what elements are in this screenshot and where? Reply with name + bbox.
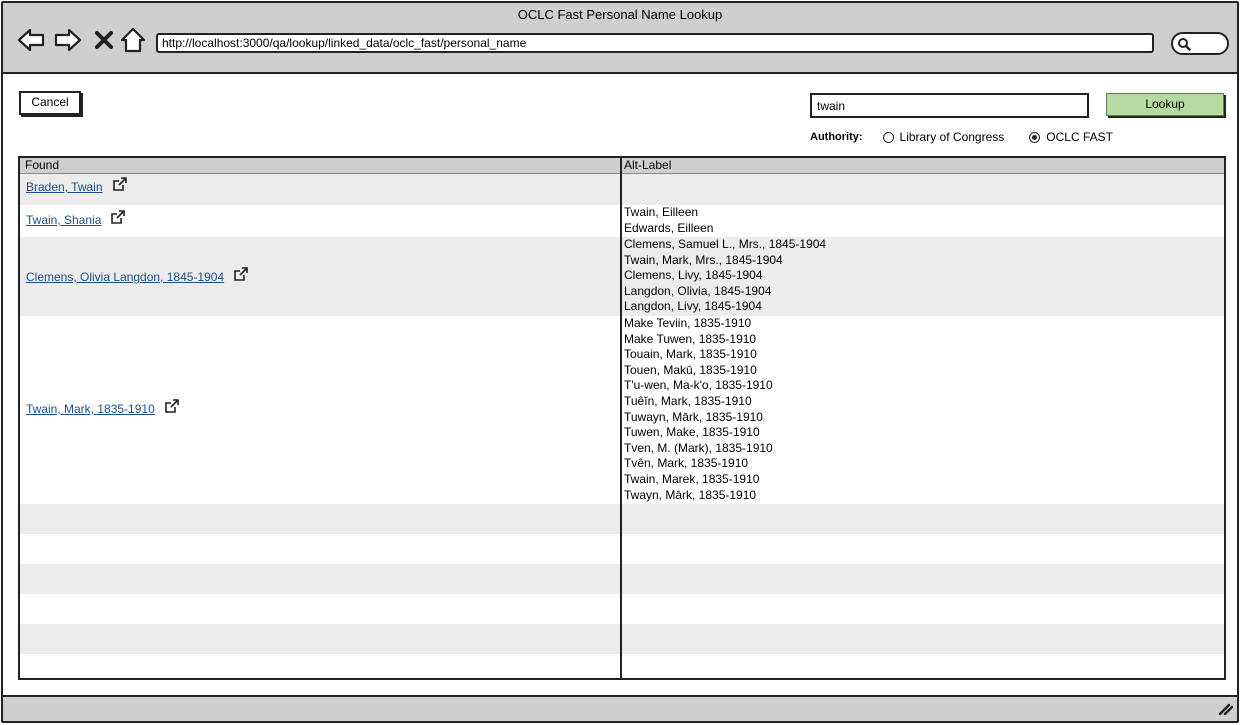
alt-label-list: Twain, Eilleen Edwards, Eilleen [624,205,713,236]
home-icon [120,27,146,53]
query-input[interactable]: twain [810,93,1089,118]
external-link-icon[interactable] [164,399,179,413]
column-divider [620,158,622,678]
alt-label: Make Tuwen, 1835-1910 [624,331,757,346]
empty-row [20,534,1224,564]
table-row: Twain, Mark, 1835-1910 Make Teviin, 1835… [20,316,1224,504]
result-label: Twain, Mark, 1835-1910 [26,402,155,416]
main-content: Cancel twain Lookup Authority: Library o… [3,76,1237,698]
empty-row [20,504,1224,534]
alt-label: T'u-wen, Ma-k'o, 1835-1910 [624,378,773,393]
alt-label-list: Make Teviin, 1835-1910 Make Tuwen, 1835-… [624,316,773,503]
result-link[interactable]: Braden, Twain [26,177,127,194]
radio-label: OCLC FAST [1046,130,1113,144]
radio-label: Library of Congress [899,130,1005,144]
result-label: Twain, Shania [26,213,102,227]
column-header-found: Found [25,158,60,172]
alt-label: Tuwayn, Mārk, 1835-1910 [624,409,763,424]
results-table: Found Alt-Label Braden, Twain Twain, Sha… [18,156,1226,680]
title-bar: OCLC Fast Personal Name Lookup http://lo… [3,3,1237,74]
alt-label: Twayn, Mārk, 1835-1910 [624,487,757,502]
result-link[interactable]: Clemens, Olivia Langdon, 1845-1904 [26,267,248,284]
alt-label: Clemens, Samuel L., Mrs., 1845-1904 [624,237,827,251]
result-link[interactable]: Twain, Mark, 1835-1910 [26,399,179,416]
alt-label: Clemens, Livy, 1845-1904 [624,268,763,283]
status-bar [3,695,1237,721]
alt-label: Twain, Mark, Mrs., 1845-1904 [624,252,783,267]
arrow-right-icon [54,28,82,52]
external-link-icon[interactable] [111,210,126,224]
empty-row [20,594,1224,624]
alt-label: Langdon, Olivia, 1845-1904 [624,283,772,298]
window-title: OCLC Fast Personal Name Lookup [517,7,723,22]
forward-button[interactable] [53,25,83,55]
home-button[interactable] [118,25,148,55]
result-label: Clemens, Olivia Langdon, 1845-1904 [26,270,225,284]
url-bar[interactable]: http://localhost:3000/qa/lookup/linked_d… [156,33,1154,53]
radio-button[interactable] [882,131,894,143]
table-row: Braden, Twain [20,174,1224,205]
lookup-button[interactable]: Lookup [1106,93,1224,116]
column-header-alt-label: Alt-Label [624,158,672,172]
empty-row [20,624,1224,654]
alt-label: Tuêĭn, Mark, 1835-1910 [624,393,752,408]
alt-label: Tven, M. (Mark), 1835-1910 [624,440,773,455]
radio-button-selected[interactable] [1029,131,1041,143]
alt-label: Twain, Marek, 1835-1910 [624,471,760,486]
empty-row [20,654,1224,678]
close-icon [95,31,113,49]
empty-row [20,564,1224,594]
alt-label: Twain, Eilleen [624,205,699,219]
alt-label: Touain, Mark, 1835-1910 [624,347,757,362]
result-label: Braden, Twain [26,180,103,194]
alt-label-list: Clemens, Samuel L., Mrs., 1845-1904 Twai… [624,237,826,315]
alt-label: Langdon, Livy, 1845-1904 [624,299,762,314]
alt-label: Tuwen, Make, 1835-1910 [624,425,760,440]
table-row: Twain, Shania Twain, Eilleen Edwards, Ei… [20,205,1224,237]
authority-option-library-of-congress[interactable]: Library of Congress [882,130,1005,144]
stop-button[interactable] [89,25,119,55]
cancel-button[interactable]: Cancel [19,91,81,115]
resize-grip-icon[interactable] [1217,701,1234,718]
search-icon [1178,38,1191,51]
alt-label: Edwards, Eilleen [624,220,714,235]
authority-label: Authority: [810,131,863,143]
table-header: Found Alt-Label [20,158,1224,174]
table-row: Clemens, Olivia Langdon, 1845-1904 Cleme… [20,237,1224,316]
authority-selector: Authority: Library of Congress OCLC FAST [810,130,1113,144]
result-link[interactable]: Twain, Shania [26,210,126,227]
alt-label: Touen, Makū, 1835-1910 [624,362,757,377]
external-link-icon[interactable] [112,177,127,191]
authority-option-oclc-fast[interactable]: OCLC FAST [1029,130,1113,144]
back-button[interactable] [16,25,46,55]
browser-window: OCLC Fast Personal Name Lookup http://lo… [1,1,1239,723]
browser-search-field[interactable] [1171,32,1229,55]
arrow-left-icon [17,28,45,52]
alt-label: Tvên, Mark, 1835-1910 [624,456,749,471]
external-link-icon[interactable] [234,267,248,281]
alt-label: Make Teviin, 1835-1910 [624,316,752,330]
